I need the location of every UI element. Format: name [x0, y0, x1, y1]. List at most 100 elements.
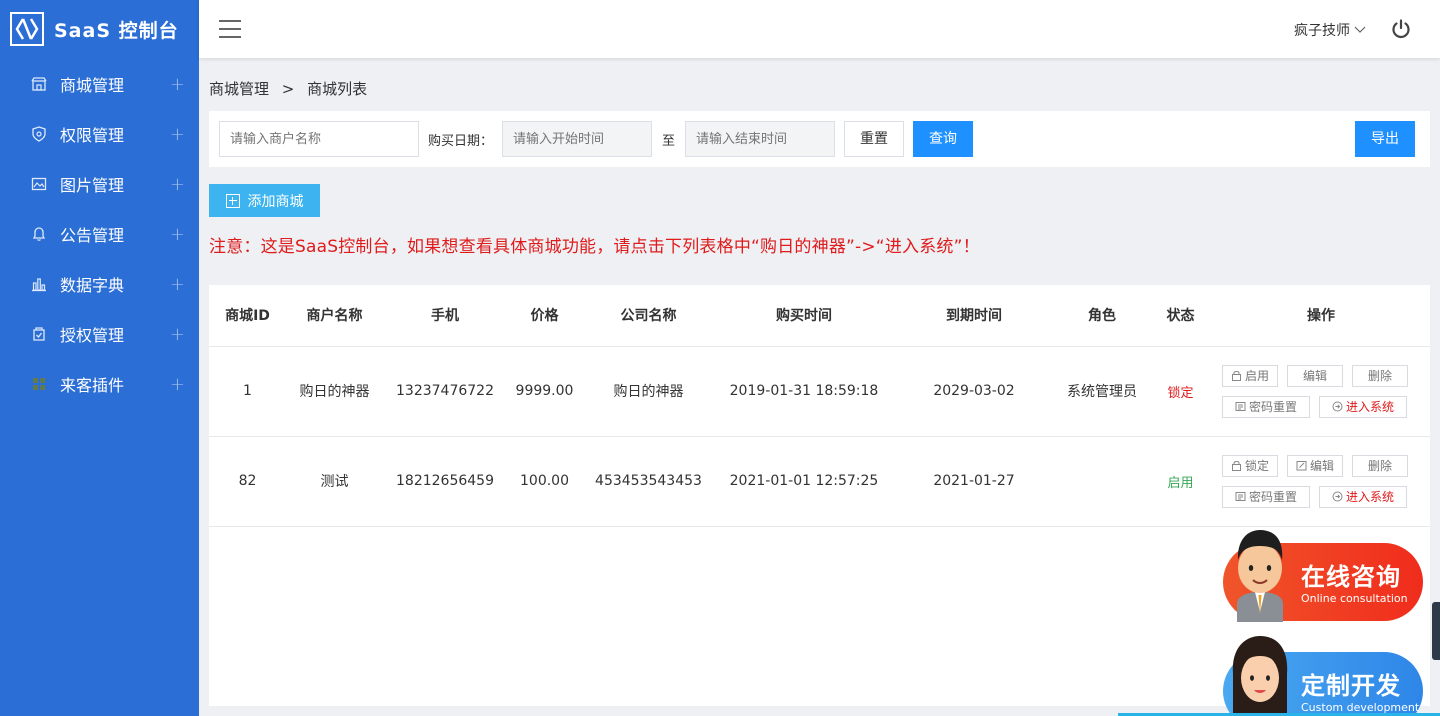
cell-company: 购日的神器	[582, 346, 715, 437]
col-header-price: 价格	[507, 285, 582, 347]
sidebar-item-label: 公告管理	[60, 226, 125, 245]
expand-icon[interactable]: +	[170, 224, 185, 245]
logo[interactable]: SaaS 控制台	[0, 0, 199, 58]
image-icon	[30, 175, 48, 193]
plus-square-icon	[225, 193, 240, 208]
cell-role: 系统管理员	[1055, 346, 1149, 437]
query-button[interactable]: 查询	[913, 121, 973, 157]
expand-icon[interactable]: +	[170, 374, 185, 395]
sidebar-item-label: 授权管理	[60, 326, 125, 345]
add-store-button[interactable]: 添加商城	[209, 184, 320, 217]
sidebar-item-label: 数据字典	[60, 276, 125, 295]
sidebar-item-image-management[interactable]: 图片管理 +	[0, 159, 199, 209]
sidebar-item-authorization-management[interactable]: 授权管理 +	[0, 309, 199, 359]
chart-icon	[30, 275, 48, 293]
reset-password-button[interactable]: 密码重置	[1222, 485, 1310, 508]
col-header-role: 角色	[1055, 285, 1149, 347]
notice-text: 注意：这是SaaS控制台，如果想查看具体商城功能，请点击下列表格中“购日的神器”…	[209, 237, 980, 257]
form-icon	[1235, 492, 1246, 501]
expand-icon[interactable]: +	[170, 174, 185, 195]
sidebar-item-data-dictionary[interactable]: 数据字典 +	[0, 259, 199, 309]
sidebar-item-label: 权限管理	[60, 126, 125, 145]
lock-icon	[1231, 371, 1241, 381]
expand-icon[interactable]: +	[170, 274, 185, 295]
sidebar-item-permission-management[interactable]: 权限管理 +	[0, 109, 199, 159]
export-button[interactable]: 导出	[1355, 121, 1415, 157]
cell-merchant: 测试	[286, 436, 383, 527]
cell-role	[1055, 436, 1149, 527]
female-avatar-icon	[1232, 636, 1288, 714]
sidebar-item-label: 商城管理	[60, 76, 125, 95]
status-badge: 启用	[1167, 475, 1194, 491]
edit-icon	[1296, 461, 1307, 471]
breadcrumb: 商城管理 > 商城列表	[209, 78, 367, 99]
end-time-input[interactable]	[685, 121, 835, 157]
arrow-circle-icon	[1332, 401, 1343, 412]
enter-system-button[interactable]: 进入系统	[1319, 395, 1407, 418]
edit-button[interactable]: 编辑	[1287, 454, 1343, 477]
sidebar-menu: 商城管理 + 权限管理 + 图片管理 + 公告管理 + 数据字典 + 授权管理 …	[0, 59, 199, 409]
col-header-expire: 到期时间	[893, 285, 1055, 347]
expand-icon[interactable]: +	[170, 324, 185, 345]
table-header-row: 商城ID 商户名称 手机 价格 公司名称 购买时间 到期时间 角色 状态 操作	[209, 285, 1430, 347]
user-name: 疯子技师	[1294, 23, 1350, 39]
shield-icon	[30, 125, 48, 143]
chevron-down-icon	[1354, 26, 1366, 33]
bell-icon	[30, 225, 48, 243]
date-range-separator: 至	[662, 134, 676, 149]
row-actions: 启用 编辑 删除 密码重置 进入系统	[1212, 364, 1430, 418]
sidebar-item-announcement-management[interactable]: 公告管理 +	[0, 209, 199, 259]
sidebar-item-label: 图片管理	[60, 176, 125, 195]
enable-button[interactable]: 启用	[1222, 364, 1278, 387]
table-row: 82 测试 18212656459 100.00 453453543453 20…	[209, 436, 1430, 527]
license-icon	[30, 325, 48, 343]
power-icon[interactable]	[1390, 18, 1412, 40]
reset-button[interactable]: 重置	[844, 121, 904, 157]
side-scroll-handle[interactable]	[1432, 602, 1440, 660]
male-avatar-icon	[1237, 530, 1283, 622]
cell-status: 锁定	[1149, 346, 1212, 437]
cell-company: 453453543453	[582, 436, 715, 527]
col-header-company: 公司名称	[582, 285, 715, 347]
logo-icon	[10, 12, 44, 46]
col-header-merchant: 商户名称	[286, 285, 383, 347]
enable-label: 启用	[1244, 369, 1269, 383]
cell-phone: 13237476722	[383, 346, 507, 437]
table-row: 1 购日的神器 13237476722 9999.00 购日的神器 2019-0…	[209, 346, 1430, 437]
sidebar-item-visitor-plugin[interactable]: 来客插件 +	[0, 359, 199, 409]
lock-button[interactable]: 锁定	[1222, 454, 1278, 477]
cell-id: 1	[209, 346, 286, 437]
breadcrumb-current: 商城列表	[307, 80, 368, 98]
consult-title: 在线咨询	[1301, 563, 1401, 591]
delete-button[interactable]: 删除	[1352, 454, 1408, 477]
sidebar-item-label: 来客插件	[60, 376, 125, 395]
enter-system-label: 进入系统	[1345, 400, 1394, 414]
col-header-ops: 操作	[1212, 285, 1430, 347]
arrow-circle-icon	[1332, 491, 1343, 502]
breadcrumb-separator: >	[281, 80, 295, 98]
start-time-input[interactable]	[502, 121, 652, 157]
menu-toggle-icon[interactable]	[219, 20, 241, 38]
store-icon	[30, 75, 48, 93]
sidebar-item-store-management[interactable]: 商城管理 +	[0, 59, 199, 109]
user-menu[interactable]: 疯子技师	[1294, 20, 1366, 40]
merchant-name-input[interactable]	[219, 121, 419, 157]
breadcrumb-parent[interactable]: 商城管理	[209, 80, 269, 98]
cell-expire: 2021-01-27	[893, 436, 1055, 527]
cell-price: 9999.00	[507, 346, 582, 437]
edit-button[interactable]: 编辑	[1287, 364, 1343, 387]
delete-button[interactable]: 删除	[1352, 364, 1408, 387]
expand-icon[interactable]: +	[170, 74, 185, 95]
reset-password-button[interactable]: 密码重置	[1222, 395, 1310, 418]
plugin-icon	[30, 375, 48, 393]
top-bar: 疯子技师	[199, 0, 1440, 58]
col-header-status: 状态	[1149, 285, 1212, 347]
status-badge: 锁定	[1167, 385, 1194, 401]
enter-system-button[interactable]: 进入系统	[1319, 485, 1407, 508]
cell-phone: 18212656459	[383, 436, 507, 527]
expand-icon[interactable]: +	[170, 124, 185, 145]
col-header-phone: 手机	[383, 285, 507, 347]
consult-subtitle: Online consultation	[1301, 592, 1408, 605]
app-title: SaaS 控制台	[54, 19, 179, 42]
cell-merchant: 购日的神器	[286, 346, 383, 437]
